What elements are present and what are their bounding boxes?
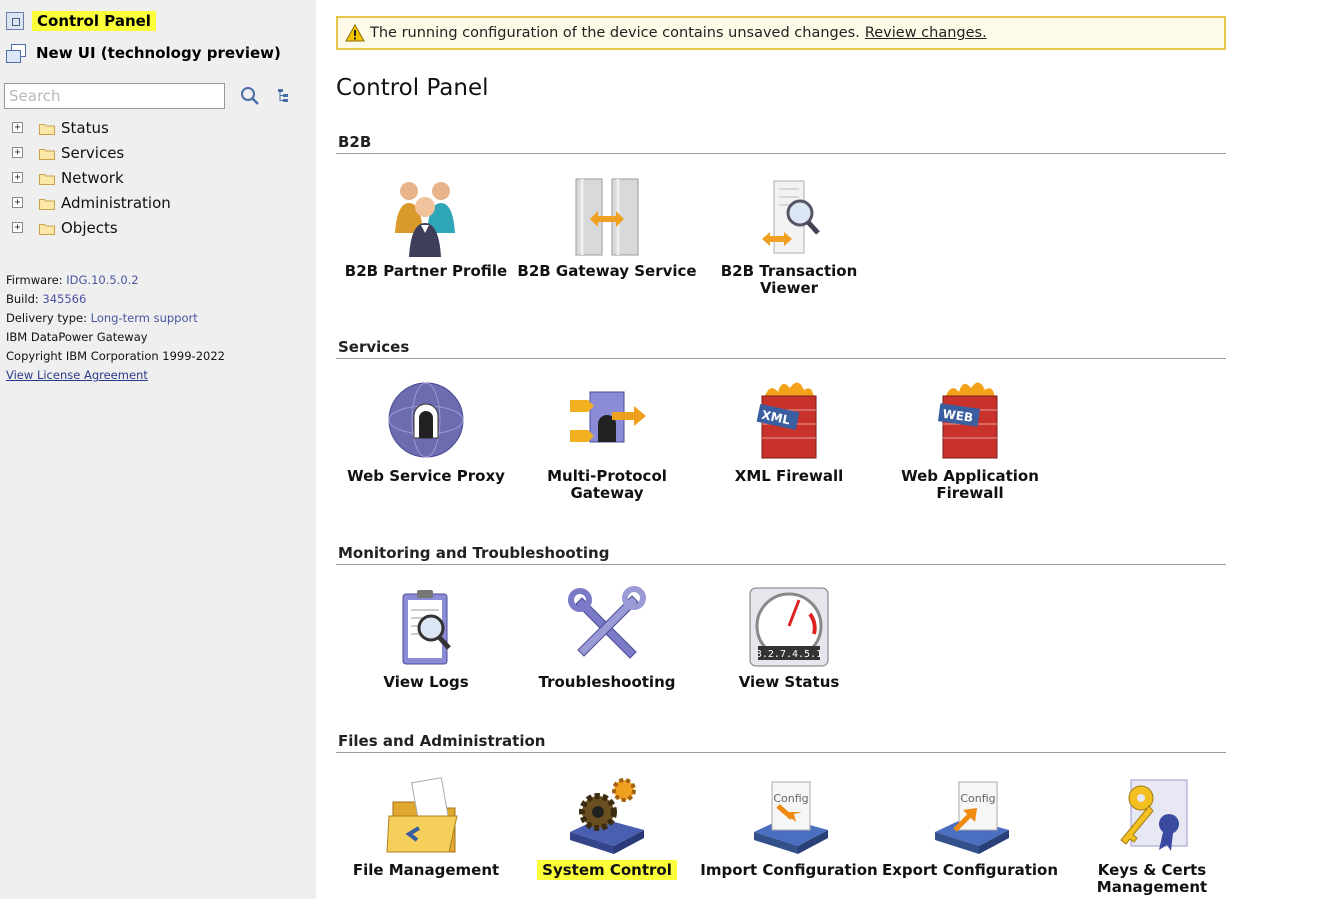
expand-icon[interactable]: + xyxy=(12,197,23,208)
web-service-proxy-icon xyxy=(381,378,471,466)
nav-new-ui[interactable]: New UI (technology preview) xyxy=(6,44,281,63)
license-link[interactable]: View License Agreement xyxy=(6,368,148,382)
delivery-label: Delivery type: xyxy=(6,311,87,325)
tile-label: Keys & Certs Management xyxy=(1096,861,1208,896)
product-name: IBM DataPower Gateway xyxy=(6,330,148,344)
section-services-heading: Services xyxy=(336,338,1226,359)
tile-label: Web Application Firewall xyxy=(901,467,1039,502)
tile-multi-protocol-gateway[interactable]: Multi-Protocol Gateway xyxy=(516,378,698,502)
keys-certificate-icon xyxy=(1107,772,1197,860)
tile-label: Export Configuration xyxy=(881,861,1059,879)
expand-icon[interactable]: + xyxy=(12,147,23,158)
tile-system-control[interactable]: System Control xyxy=(516,772,698,880)
import-config-icon: Config xyxy=(744,772,834,860)
tree-item-status[interactable]: + Status xyxy=(12,115,171,140)
tile-xml-firewall[interactable]: XML XML Firewall xyxy=(698,378,880,485)
tile-web-service-proxy[interactable]: Web Service Proxy xyxy=(335,378,517,485)
config-badge: Config xyxy=(960,792,995,805)
tile-import-configuration[interactable]: Config Import Configuration xyxy=(698,772,880,879)
gauge-icon: 3.2.7.4.5.1 xyxy=(744,584,834,672)
sidebar: Control Panel New UI (technology preview… xyxy=(0,0,316,899)
tile-label: B2B Partner Profile xyxy=(344,262,508,280)
nav-control-panel[interactable]: Control Panel xyxy=(6,11,156,31)
tile-troubleshooting[interactable]: Troubleshooting xyxy=(516,584,698,691)
tree-view-icon[interactable] xyxy=(273,85,295,107)
folder-icon xyxy=(39,197,55,210)
transaction-viewer-icon xyxy=(744,173,834,261)
tile-web-application-firewall[interactable]: WEB Web Application Firewall xyxy=(879,378,1061,502)
firmware-value: IDG.10.5.0.2 xyxy=(66,273,139,287)
firmware-label: Firmware: xyxy=(6,273,63,287)
tree-label-network: Network xyxy=(61,168,124,187)
nav-control-panel-label: Control Panel xyxy=(32,11,156,31)
config-badge: Config xyxy=(773,792,808,805)
delivery-value: Long-term support xyxy=(90,311,198,325)
view-logs-icon xyxy=(381,584,471,672)
system-gears-icon xyxy=(562,772,652,860)
web-application-firewall-icon: WEB xyxy=(925,378,1015,466)
build-label: Build: xyxy=(6,292,39,306)
partner-profile-icon xyxy=(381,173,471,261)
tree-item-services[interactable]: + Services xyxy=(12,140,171,165)
nav-new-ui-label: New UI (technology preview) xyxy=(36,44,281,62)
tree-label-administration: Administration xyxy=(61,193,171,212)
tree-label-services: Services xyxy=(61,143,125,162)
review-changes-link[interactable]: Review changes. xyxy=(865,25,987,41)
search-icon[interactable] xyxy=(239,85,261,107)
new-window-icon xyxy=(6,44,26,63)
tile-b2b-partner-profile[interactable]: B2B Partner Profile xyxy=(335,173,517,280)
odometer-text: 3.2.7.4.5.1 xyxy=(756,649,822,660)
tile-label: B2B Gateway Service xyxy=(517,262,697,280)
copyright-text: Copyright IBM Corporation 1999-2022 xyxy=(6,349,225,363)
tile-b2b-gateway-service[interactable]: B2B Gateway Service xyxy=(516,173,698,280)
tile-view-logs[interactable]: View Logs xyxy=(335,584,517,691)
xml-firewall-icon: XML xyxy=(744,378,834,466)
unsaved-changes-banner: The running configuration of the device … xyxy=(336,16,1226,50)
tile-label: System Control xyxy=(537,860,677,880)
page-title: Control Panel xyxy=(336,75,489,101)
expand-icon[interactable]: + xyxy=(12,222,23,233)
tile-export-configuration[interactable]: Config Export Configuration xyxy=(879,772,1061,879)
tile-file-management[interactable]: File Management xyxy=(335,772,517,879)
expand-icon[interactable]: + xyxy=(12,122,23,133)
section-files-heading: Files and Administration xyxy=(336,732,1226,753)
search-input[interactable] xyxy=(4,83,225,109)
expand-icon[interactable]: + xyxy=(12,172,23,183)
tile-label: Troubleshooting xyxy=(538,673,676,691)
tile-label: View Status xyxy=(738,673,840,691)
tile-label: View Logs xyxy=(383,673,469,691)
tile-label: B2B Transaction Viewer xyxy=(720,262,858,297)
tree-item-network[interactable]: + Network xyxy=(12,165,171,190)
tile-label: XML Firewall xyxy=(734,467,844,485)
warning-icon xyxy=(345,24,365,42)
tree-label-status: Status xyxy=(61,118,109,137)
control-panel-icon xyxy=(6,12,24,30)
tile-label: File Management xyxy=(352,861,500,879)
folder-icon xyxy=(39,172,55,185)
firmware-info: Firmware: IDG.10.5.0.2 Build: 345566 Del… xyxy=(6,271,225,385)
nav-tree: + Status + Services + Network + Administ… xyxy=(12,115,171,240)
folder-icon xyxy=(39,122,55,135)
tile-label: Multi-Protocol Gateway xyxy=(547,467,667,502)
tile-label: Web Service Proxy xyxy=(347,467,505,485)
folder-icon xyxy=(39,222,55,235)
tree-item-objects[interactable]: + Objects xyxy=(12,215,171,240)
build-value: 345566 xyxy=(42,292,87,306)
search-row xyxy=(4,83,295,109)
tile-keys-certs-management[interactable]: Keys & Certs Management xyxy=(1061,772,1243,896)
tree-label-objects: Objects xyxy=(61,218,118,237)
tile-view-status[interactable]: 3.2.7.4.5.1 View Status xyxy=(698,584,880,691)
folder-icon xyxy=(39,147,55,160)
gateway-service-icon xyxy=(562,173,652,261)
multi-protocol-gateway-icon xyxy=(562,378,652,466)
banner-text: The running configuration of the device … xyxy=(370,25,860,41)
export-config-icon: Config xyxy=(925,772,1015,860)
section-b2b-heading: B2B xyxy=(336,133,1226,154)
wrench-screwdriver-icon xyxy=(562,584,652,672)
section-monitoring-heading: Monitoring and Troubleshooting xyxy=(336,544,1226,565)
tile-b2b-transaction-viewer[interactable]: B2B Transaction Viewer xyxy=(698,173,880,297)
open-folder-icon xyxy=(381,772,471,860)
tree-item-administration[interactable]: + Administration xyxy=(12,190,171,215)
tile-label: Import Configuration xyxy=(700,861,878,879)
